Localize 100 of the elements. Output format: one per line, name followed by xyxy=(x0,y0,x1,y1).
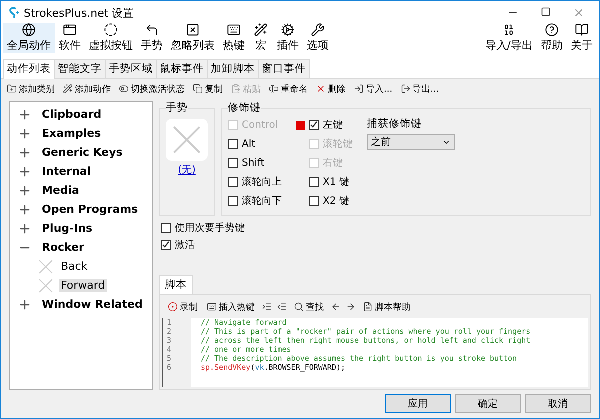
search-icon xyxy=(294,302,304,312)
tab[interactable]: 智能文字 xyxy=(54,59,106,78)
tab[interactable]: 加卸脚本 xyxy=(207,59,259,78)
window-title: StrokesPlus.net 设置 xyxy=(24,6,136,20)
toolbar-button[interactable]: 删除 xyxy=(314,82,348,96)
tab[interactable]: 脚本 xyxy=(159,275,193,294)
close-icon[interactable] xyxy=(573,7,585,19)
tree-item[interactable]: Open Programs xyxy=(10,200,152,219)
capture-dropdown[interactable]: 之前 xyxy=(367,134,455,150)
group-title: 手势 xyxy=(166,101,188,115)
tab[interactable]: 窗口事件 xyxy=(258,59,310,78)
tab[interactable]: 动作列表 xyxy=(3,59,55,79)
tab[interactable]: 手势区域 xyxy=(105,59,157,78)
app-logo-icon xyxy=(7,7,19,19)
rename-icon xyxy=(269,84,279,94)
toolbar-button[interactable]: 虚拟按钮 xyxy=(85,23,137,53)
expand-icon[interactable] xyxy=(18,298,32,312)
delete-icon xyxy=(316,84,326,94)
checkbox[interactable]: 滚轮向下 xyxy=(228,193,282,209)
field-label: 捕获修饰键 xyxy=(367,117,423,131)
document-icon xyxy=(363,302,373,312)
toolbar-button[interactable]: 忽略列表 xyxy=(167,23,219,53)
tree-item[interactable]: Window Related xyxy=(10,295,152,314)
toolbar-button[interactable]: 脚本帮助 xyxy=(361,300,413,314)
expand-icon[interactable] xyxy=(18,184,32,198)
folder-plus-icon xyxy=(7,84,17,94)
tab[interactable]: 鼠标事件 xyxy=(156,59,208,78)
record-icon xyxy=(168,302,178,312)
toolbar-button[interactable]: 录制 xyxy=(166,300,200,314)
globe-icon xyxy=(21,23,37,37)
expand-icon[interactable] xyxy=(18,164,32,178)
tree-item[interactable]: Media xyxy=(10,181,152,200)
export-icon xyxy=(400,84,411,94)
dialog-button[interactable]: 取消 xyxy=(525,394,591,413)
checkbox[interactable]: Shift xyxy=(228,155,282,171)
toolbar-button[interactable]: 关于 xyxy=(567,23,597,53)
toolbar-button[interactable]: 切换激活状态 xyxy=(117,82,187,96)
gesture-cross-icon xyxy=(38,258,54,274)
toolbar-button[interactable]: 帮助 xyxy=(537,23,567,53)
gesture-link[interactable]: (无) xyxy=(166,163,208,177)
tree-item[interactable]: Plug-Ins xyxy=(10,219,152,238)
checkbox[interactable]: X1 键 xyxy=(296,174,353,190)
tree-item[interactable]: Generic Keys xyxy=(10,143,152,162)
dashed-circle-icon xyxy=(103,23,119,37)
toolbar-button[interactable]: 复制 xyxy=(191,82,225,96)
tree-item[interactable]: Forward xyxy=(10,276,152,295)
toolbar-button[interactable]: 插入热键 xyxy=(205,300,257,314)
tree-item[interactable]: Examples xyxy=(10,124,152,143)
expand-icon[interactable] xyxy=(18,146,32,160)
copy-icon xyxy=(193,84,203,94)
toolbar-button[interactable]: 手势 xyxy=(137,23,167,53)
left-arrow-icon xyxy=(331,302,341,312)
toolbar-button[interactable]: 导入... xyxy=(352,82,395,96)
expand-icon[interactable] xyxy=(18,126,32,140)
expand-icon[interactable] xyxy=(18,222,32,236)
outdent-icon xyxy=(277,302,287,312)
toolbar-button[interactable]: 软件 xyxy=(55,23,85,53)
turn-arrow-icon xyxy=(144,23,160,37)
toolbar-button[interactable]: 查找 xyxy=(292,300,326,314)
toolbar-button[interactable]: 导出... xyxy=(398,82,442,96)
help-icon xyxy=(544,23,560,37)
right-arrow-icon xyxy=(346,302,356,312)
window-icon xyxy=(62,23,78,37)
tree-item[interactable]: Back xyxy=(10,257,152,276)
tree-item[interactable]: Internal xyxy=(10,162,152,181)
toolbar-button[interactable]: 添加类别 xyxy=(5,82,57,96)
wand-icon xyxy=(63,84,73,94)
maximize-icon[interactable] xyxy=(541,7,551,17)
wand-icon xyxy=(253,23,269,37)
wrench-icon xyxy=(310,23,326,37)
toolbar-button[interactable]: 全局动作 xyxy=(3,23,55,53)
group-title: 修饰键 xyxy=(228,101,261,115)
toolbar-button[interactable]: 添加动作 xyxy=(61,82,113,96)
toolbar-button[interactable]: 导入/导出 xyxy=(481,23,537,53)
toolbar-button[interactable]: 选项 xyxy=(303,23,333,53)
indent-icon xyxy=(262,302,272,312)
paste-icon xyxy=(231,84,241,94)
crossed-square-icon xyxy=(185,23,201,37)
keyboard-icon xyxy=(207,302,217,312)
tree-item[interactable]: Rocker xyxy=(10,238,152,257)
gesture-cross-icon xyxy=(38,278,54,294)
dialog-button[interactable]: 确定 xyxy=(455,394,521,413)
toolbar-button[interactable]: 重命名 xyxy=(267,82,310,96)
checkbox[interactable]: 激活 xyxy=(161,237,589,253)
checkbox[interactable]: X2 键 xyxy=(296,193,353,209)
toolbar-button[interactable]: 插件 xyxy=(273,23,303,53)
checkbox[interactable]: 左键 xyxy=(296,117,353,133)
expand-icon[interactable] xyxy=(18,202,32,216)
toggle-icon xyxy=(119,84,129,94)
expand-icon[interactable] xyxy=(18,108,32,122)
import-icon xyxy=(354,84,364,94)
toolbar-button[interactable]: 热键 xyxy=(219,23,249,53)
checkbox[interactable]: Alt xyxy=(228,136,282,152)
keyboard-icon xyxy=(226,23,242,37)
checkbox[interactable]: 使用次要手势键 xyxy=(161,220,589,236)
dialog-button[interactable]: 应用 xyxy=(385,394,451,413)
tree-item[interactable]: Clipboard xyxy=(10,105,152,124)
check-icon xyxy=(310,121,318,129)
toolbar-button[interactable]: 宏 xyxy=(249,23,273,53)
checkbox[interactable]: 滚轮向上 xyxy=(228,174,282,190)
